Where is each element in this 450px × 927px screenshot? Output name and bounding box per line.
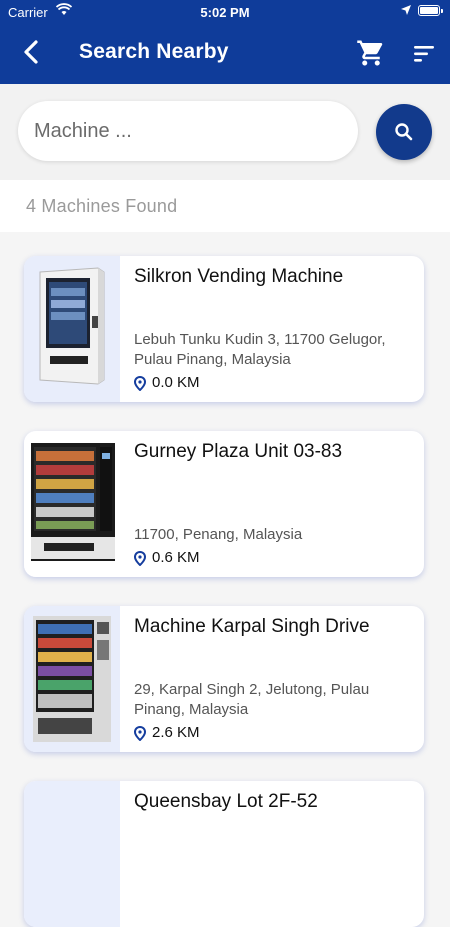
machine-card[interactable]: Machine Karpal Singh Drive 29, Karpal Si… <box>24 606 424 752</box>
location-pin-icon <box>134 726 146 741</box>
results-count-label: 4 Machines Found <box>26 196 178 216</box>
cart-icon <box>357 40 383 66</box>
machine-card[interactable]: Queensbay Lot 2F-52 <box>24 781 424 927</box>
status-bar: Carrier 5:02 PM <box>0 0 450 24</box>
machine-address: 29, Karpal Singh 2, Jelutong, Pulau Pina… <box>134 681 370 718</box>
filter-button[interactable] <box>410 40 438 68</box>
cart-button[interactable] <box>356 38 386 68</box>
machine-thumbnail <box>24 256 120 402</box>
machine-name: Silkron Vending Machine <box>134 266 344 287</box>
machine-thumbnail <box>24 606 120 752</box>
filter-icon <box>414 46 434 62</box>
back-arrow-icon <box>24 40 38 64</box>
search-input[interactable] <box>18 101 358 161</box>
results-count-bar: 4 Machines Found <box>0 180 450 232</box>
machine-card[interactable]: Silkron Vending Machine Lebuh Tunku Kudi… <box>24 256 424 402</box>
app-header: Carrier 5:02 PM Search Nearby <box>0 0 450 84</box>
machine-name: Queensbay Lot 2F-52 <box>134 791 318 812</box>
machine-address: 11700, Penang, Malaysia <box>134 526 303 543</box>
machine-thumbnail <box>24 781 120 927</box>
machine-name: Machine Karpal Singh Drive <box>134 616 370 637</box>
battery-icon <box>418 5 443 16</box>
status-time: 5:02 PM <box>200 5 250 20</box>
machine-name: Gurney Plaza Unit 03-83 <box>134 441 343 462</box>
location-arrow-icon <box>400 4 412 19</box>
search-area <box>0 84 450 180</box>
location-pin-icon <box>134 376 146 391</box>
search-button[interactable] <box>376 104 432 160</box>
distance-value: 2.6 KM <box>152 724 200 741</box>
location-pin-icon <box>134 551 146 566</box>
distance-value: 0.0 KM <box>152 374 200 391</box>
machine-card[interactable]: Gurney Plaza Unit 03-83 11700, Penang, M… <box>24 431 424 577</box>
search-icon <box>395 123 413 141</box>
machine-thumbnail <box>24 431 120 577</box>
machine-address: Lebuh Tunku Kudin 3, 11700 Gelugor, Pula… <box>134 331 386 368</box>
back-button[interactable] <box>16 36 48 68</box>
distance-value: 0.6 KM <box>152 549 200 566</box>
page-title: Search Nearby <box>79 40 229 63</box>
